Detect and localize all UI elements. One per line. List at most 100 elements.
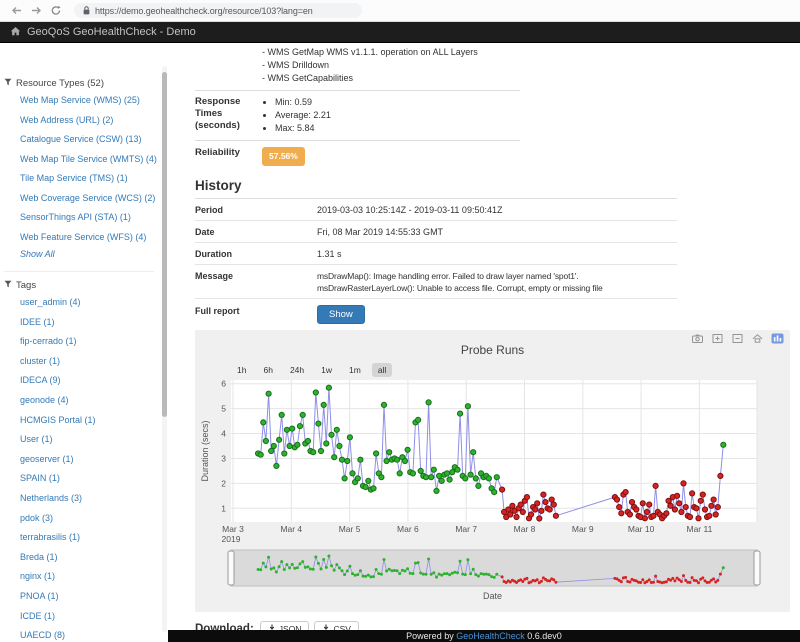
history-table: Period2019-03-03 10:25:14Z - 2019-03-11 … <box>195 199 795 299</box>
resource-types-header: Resource Types (52) <box>4 77 162 91</box>
svg-text:4: 4 <box>221 429 226 439</box>
reload-icon[interactable] <box>48 5 64 16</box>
sidebar-scrollbar-thumb[interactable] <box>162 72 167 417</box>
sidebar-item-tag[interactable]: fip-cerrado (1) <box>20 332 162 352</box>
home-icon[interactable] <box>10 23 21 41</box>
sidebar-item-resource-type[interactable]: Web Coverage Service (WCS) (2) <box>20 189 162 209</box>
history-row: DateFri, 08 Mar 2019 14:55:33 GMT <box>195 221 677 243</box>
history-row-label: Duration <box>195 248 317 260</box>
range-selector: 1h 6h 24h 1w 1m all <box>231 363 392 377</box>
url-text: https://demo.geohealthcheck.org/resource… <box>95 6 313 16</box>
check-item: - WMS Drilldown <box>262 59 478 72</box>
show-report-button[interactable]: Show <box>317 305 365 324</box>
sidebar-item-tag[interactable]: UAECD (8) <box>20 626 162 642</box>
response-time-item: Max: 5.84 <box>275 122 331 135</box>
range-button-1w[interactable]: 1w <box>315 363 338 377</box>
sidebar-item-resource-type[interactable]: Web Map Tile Service (WMTS) (4) <box>20 150 162 170</box>
sidebar-item-resource-type[interactable]: SensorThings API (STA) (1) <box>20 208 162 228</box>
svg-text:6: 6 <box>221 379 226 389</box>
sidebar-item-tag[interactable]: IDEE (1) <box>20 313 162 333</box>
browser-chrome: https://demo.geohealthcheck.org/resource… <box>0 0 800 22</box>
svg-text:Mar 6: Mar 6 <box>397 524 419 534</box>
main-content: - WMS GetMap WMS v1.1.1. operation on AL… <box>195 43 795 638</box>
svg-text:2019: 2019 <box>222 534 241 544</box>
range-button-all[interactable]: all <box>372 363 393 377</box>
history-row: MessagemsDrawMap(): Image handling error… <box>195 265 677 299</box>
svg-text:Mar 7: Mar 7 <box>455 524 477 534</box>
sidebar-item-resource-type[interactable]: Web Feature Service (WFS) (4) <box>20 228 162 248</box>
history-row-value: 1.31 s <box>317 248 677 260</box>
sidebar-item-tag[interactable]: ICDE (1) <box>20 607 162 627</box>
sidebar-item-tag[interactable]: User (1) <box>20 430 162 450</box>
sidebar-item-tag[interactable]: nginx (1) <box>20 567 162 587</box>
resource-types-header-label: Resource Types (52) <box>16 77 104 91</box>
svg-text:Mar 8: Mar 8 <box>514 524 536 534</box>
sidebar-item-tag[interactable]: PNOA (1) <box>20 587 162 607</box>
history-row-value: Fri, 08 Mar 2019 14:55:33 GMT <box>317 226 677 238</box>
sidebar-item-resource-type[interactable]: Tile Map Service (TMS) (1) <box>20 169 162 189</box>
address-bar[interactable]: https://demo.geohealthcheck.org/resource… <box>74 3 362 18</box>
check-item: - WMS GetCapabilities <box>262 72 478 85</box>
response-time-item: Min: 0.59 <box>275 96 331 109</box>
tags-header-label: Tags <box>16 279 36 293</box>
tags-header: Tags <box>4 271 154 293</box>
lock-icon <box>83 2 90 20</box>
screen: https://demo.geohealthcheck.org/resource… <box>0 0 800 642</box>
chart-rangeslider[interactable] <box>228 550 760 586</box>
app-title[interactable]: GeoQoS GeoHealthCheck - Demo <box>27 26 196 38</box>
sidebar-item-tag[interactable]: geonode (4) <box>20 391 162 411</box>
back-icon[interactable] <box>8 5 24 16</box>
history-row-value: 2019-03-03 10:25:14Z - 2019-03-11 09:50:… <box>317 204 677 216</box>
chart-yaxis-label: Duration (secs) <box>200 420 210 481</box>
history-row: Duration1.31 s <box>195 243 677 265</box>
range-button-1h[interactable]: 1h <box>231 363 252 377</box>
history-title: History <box>195 178 677 199</box>
sidebar-item-tag[interactable]: Netherlands (3) <box>20 489 162 509</box>
history-row-label: Message <box>195 270 317 294</box>
sidebar-item-resource-type[interactable]: Catalogue Service (CSW) (13) <box>20 130 162 150</box>
response-times-list: Min: 0.59Average: 2.21Max: 5.84 <box>262 96 331 135</box>
sidebar-scrollbar[interactable] <box>162 66 167 632</box>
sidebar-show-all-link[interactable]: Show All <box>20 247 162 262</box>
range-button-6h[interactable]: 6h <box>257 363 278 377</box>
footer: Powered by GeoHealthCheck 0.6.dev0 <box>168 630 800 642</box>
history-row-label: Date <box>195 226 317 238</box>
checks-label <box>195 46 262 85</box>
filter-icon <box>4 279 12 293</box>
resource-types-list: Web Map Service (WMS) (25)Web Address (U… <box>4 91 162 247</box>
probe-chart-panel: 123456Mar 32019Mar 4Mar 5Mar 6Mar 7Mar 8… <box>195 330 790 612</box>
sidebar-item-tag[interactable]: IDECA (9) <box>20 371 162 391</box>
sidebar-item-tag[interactable]: geoserver (1) <box>20 450 162 470</box>
sidebar-item-resource-type[interactable]: Web Map Service (WMS) (25) <box>20 91 162 111</box>
sidebar-item-tag[interactable]: pdok (3) <box>20 509 162 529</box>
sidebar: Resource Types (52) Web Map Service (WMS… <box>0 43 162 642</box>
range-button-1m[interactable]: 1m <box>343 363 367 377</box>
reliability-badge: 57.56% <box>262 147 305 166</box>
response-time-item: Average: 2.21 <box>275 109 331 122</box>
history-row: Period2019-03-03 10:25:14Z - 2019-03-11 … <box>195 199 677 221</box>
sidebar-item-tag[interactable]: SPAIN (1) <box>20 469 162 489</box>
rangeslider-handle-left[interactable] <box>228 551 234 585</box>
sidebar-item-tag[interactable]: terrabrasilis (1) <box>20 528 162 548</box>
sidebar-item-tag[interactable]: cluster (1) <box>20 352 162 372</box>
tags-list: user_admin (4)IDEE (1)fip-cerrado (1)clu… <box>4 293 162 642</box>
response-times-row: Response Times (seconds) Min: 0.59Averag… <box>195 91 520 141</box>
sidebar-item-tag[interactable]: user_admin (4) <box>20 293 162 313</box>
rangeslider-handle-right[interactable] <box>754 551 760 585</box>
sidebar-item-tag[interactable]: HCMGIS Portal (1) <box>20 411 162 431</box>
response-times-label: Response Times (seconds) <box>195 96 262 135</box>
chart-xaxis-label: Date <box>195 591 790 601</box>
range-button-24h[interactable]: 24h <box>284 363 310 377</box>
svg-text:Mar 9: Mar 9 <box>572 524 594 534</box>
svg-text:1: 1 <box>221 503 226 513</box>
sidebar-item-resource-type[interactable]: Web Address (URL) (2) <box>20 111 162 131</box>
footer-app-link[interactable]: GeoHealthCheck <box>456 631 525 641</box>
app-navbar: GeoQoS GeoHealthCheck - Demo <box>0 22 800 43</box>
reliability-label: Reliability <box>195 147 262 166</box>
forward-icon[interactable] <box>28 5 44 16</box>
svg-text:3: 3 <box>221 453 226 463</box>
sidebar-item-tag[interactable]: Breda (1) <box>20 548 162 568</box>
svg-text:5: 5 <box>221 404 226 414</box>
footer-powered-by: Powered by <box>406 631 454 641</box>
svg-text:Mar 4: Mar 4 <box>280 524 302 534</box>
